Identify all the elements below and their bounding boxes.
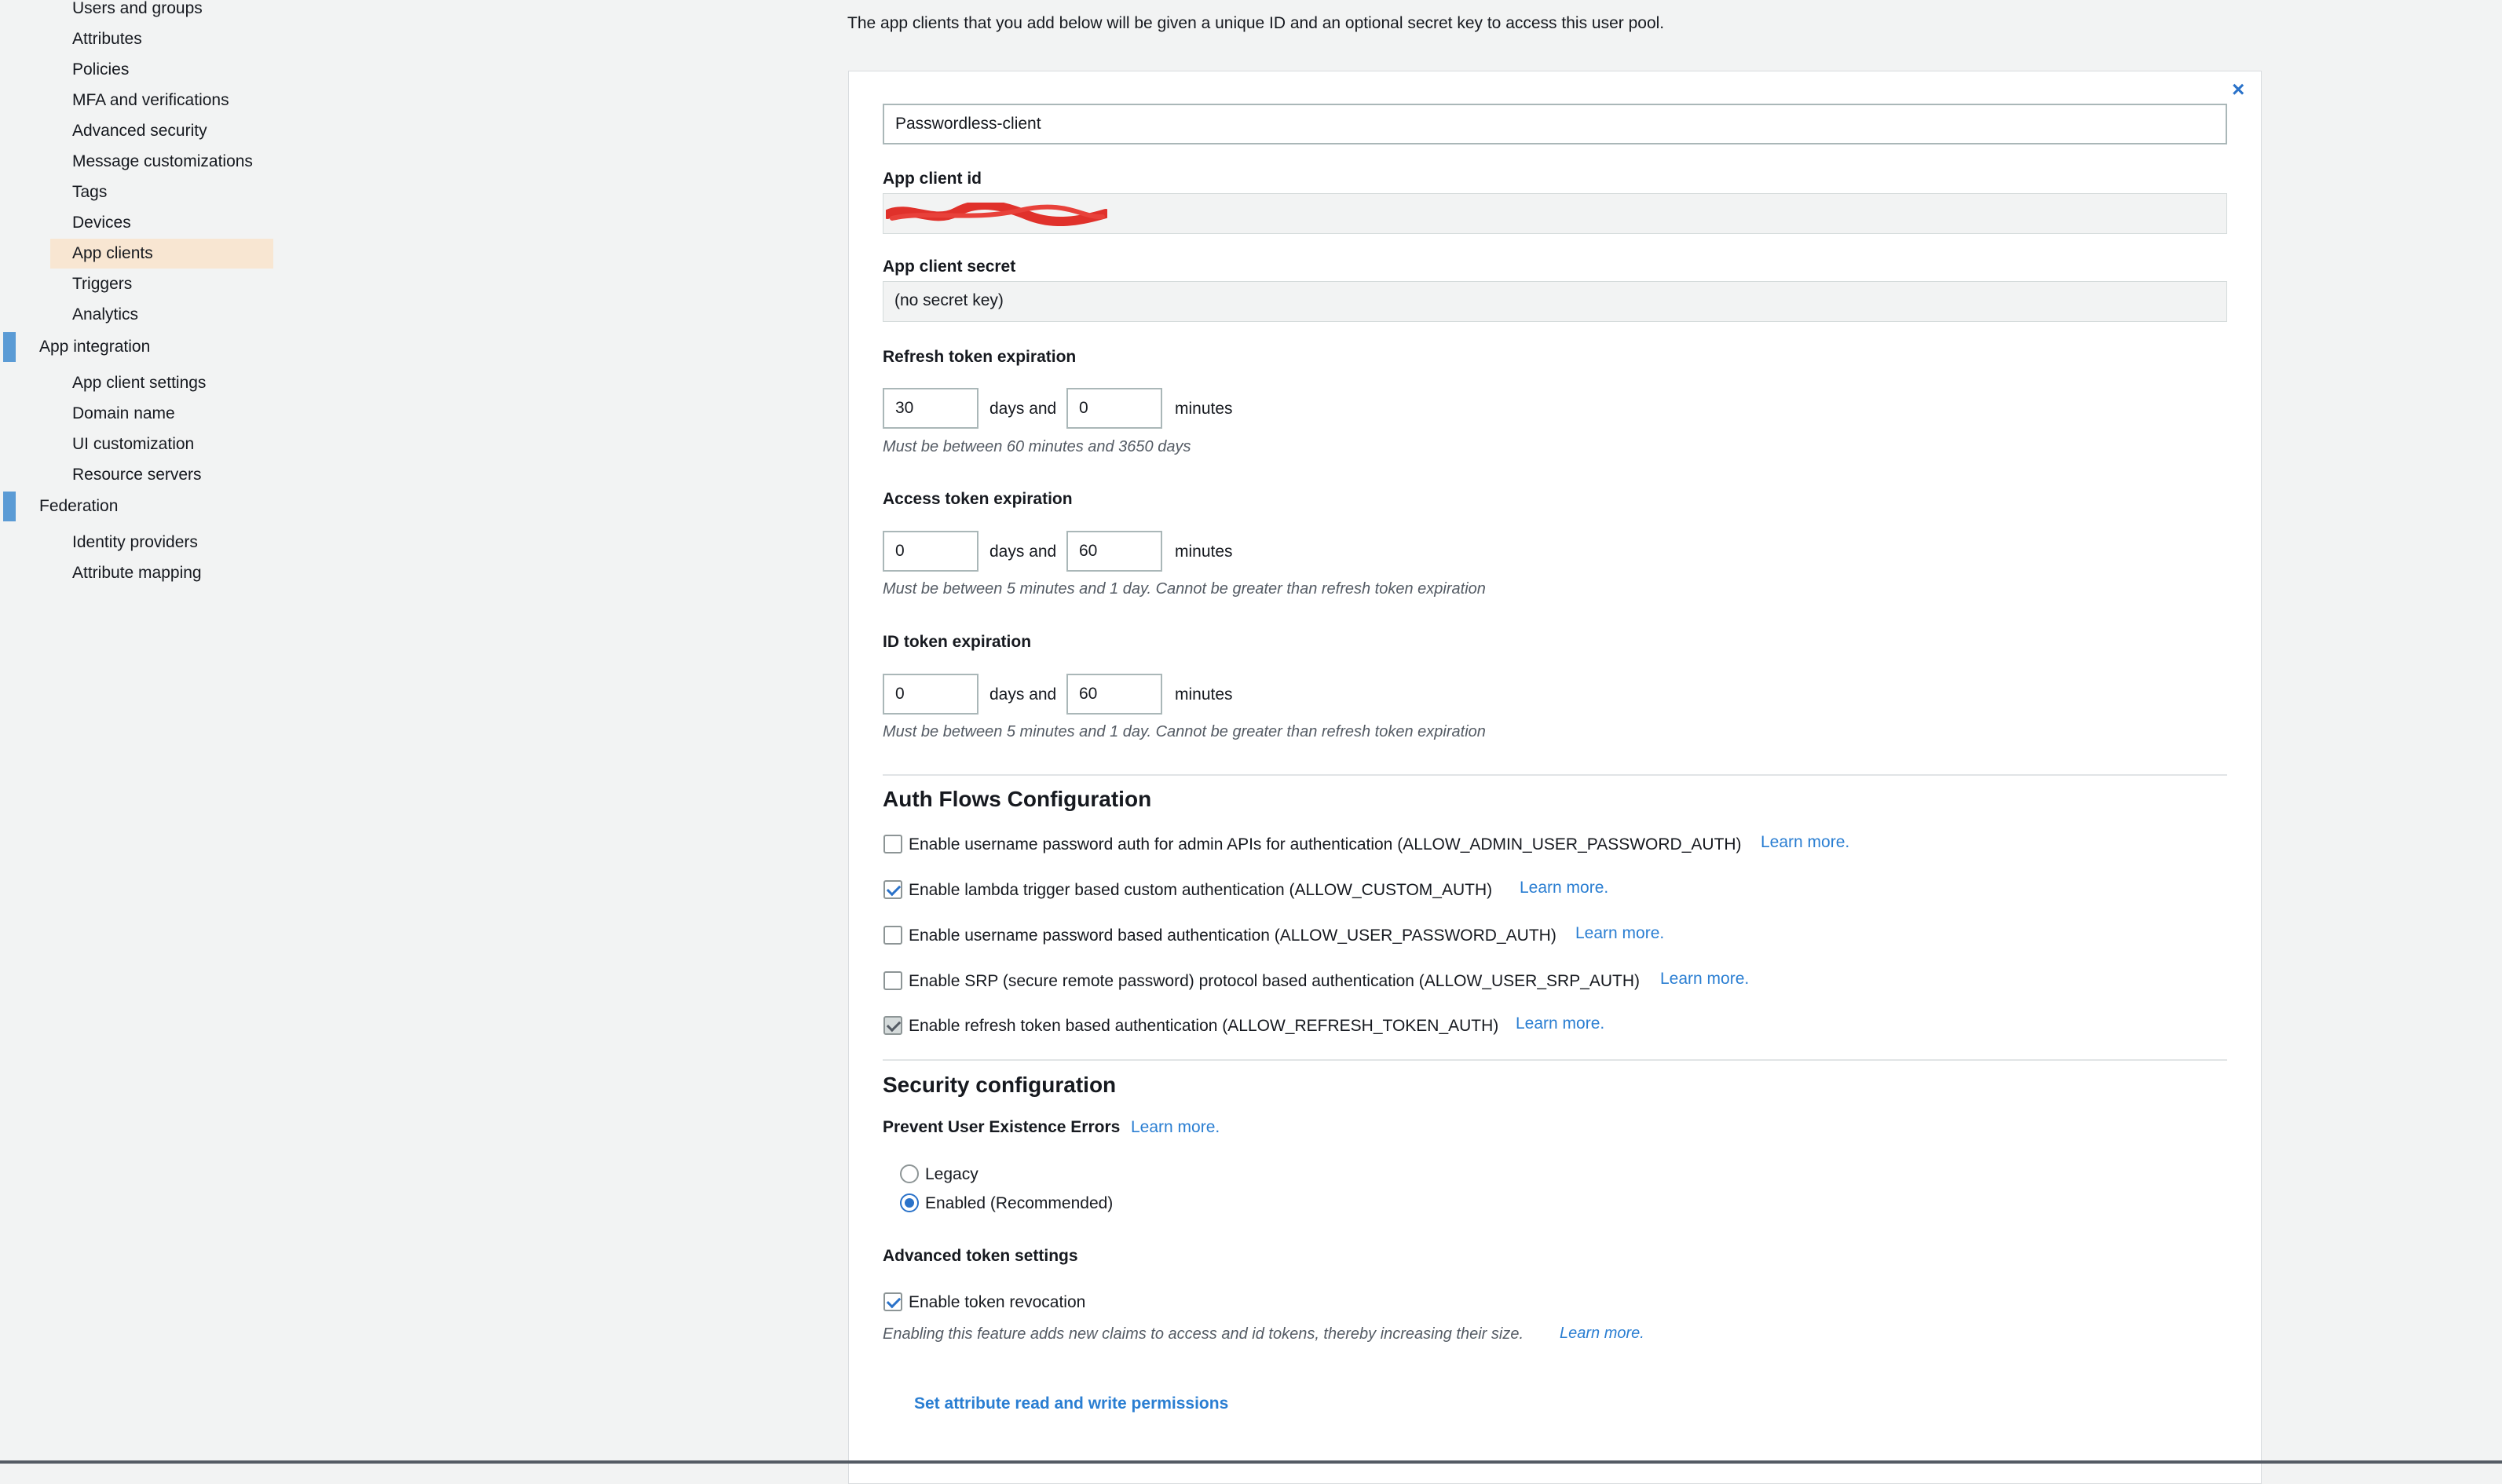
section-marker — [3, 492, 16, 521]
refresh-days-input[interactable]: 30 — [883, 388, 978, 429]
sidebar-item-users-and-groups[interactable]: Users and groups — [50, 0, 273, 24]
auth-flow-refresh-checkbox — [883, 1016, 902, 1035]
token-revocation-learn-more[interactable]: Learn more. — [1560, 1325, 1644, 1343]
app-client-name-input[interactable]: Passwordless-client — [883, 104, 2227, 144]
sidebar-item-tags[interactable]: Tags — [50, 177, 273, 207]
sidebar-item-app-client-settings[interactable]: App client settings — [50, 368, 273, 398]
sidebar-item-triggers[interactable]: Triggers — [50, 269, 273, 299]
app-client-secret-label: App client secret — [883, 258, 1016, 276]
sidebar-item-mfa[interactable]: MFA and verifications — [50, 86, 273, 115]
auth-flow-custom-label: Enable lambda trigger based custom authe… — [909, 881, 1493, 899]
section-marker — [3, 332, 16, 362]
token-revocation-hint: Enabling this feature adds new claims to… — [883, 1325, 1524, 1343]
sidebar-item-devices[interactable]: Devices — [50, 208, 273, 238]
minutes-text: minutes — [1175, 685, 1233, 704]
id-hint: Must be between 5 minutes and 1 day. Can… — [883, 723, 1486, 740]
auth-flow-admin-checkbox[interactable] — [883, 835, 902, 853]
redaction-scribble — [886, 203, 1107, 226]
sidebar-item-advanced-security[interactable]: Advanced security — [50, 116, 273, 146]
sidebar-item-domain-name[interactable]: Domain name — [50, 399, 273, 429]
sidebar-item-app-clients[interactable]: App clients — [50, 239, 273, 269]
days-and-text: days and — [989, 685, 1057, 704]
token-revocation-checkbox[interactable] — [883, 1292, 902, 1311]
refresh-minutes-input[interactable]: 0 — [1066, 388, 1162, 429]
access-token-label: Access token expiration — [883, 490, 1073, 508]
sidebar-item-ui-customization[interactable]: UI customization — [50, 429, 273, 459]
id-minutes-input[interactable]: 60 — [1066, 674, 1162, 715]
sidebar-section-label: Federation — [39, 497, 119, 515]
auth-flow-refresh-label: Enable refresh token based authenticatio… — [909, 1017, 1499, 1035]
sidebar-item-identity-providers[interactable]: Identity providers — [50, 528, 273, 557]
intro-text: The app clients that you add below will … — [847, 14, 1665, 32]
auth-flow-srp-checkbox[interactable] — [883, 971, 902, 990]
advanced-token-settings-label: Advanced token settings — [883, 1247, 1078, 1265]
auth-flow-refresh-learn-more[interactable]: Learn more. — [1516, 1014, 1604, 1033]
divider — [883, 774, 2227, 776]
set-attribute-permissions-link[interactable]: Set attribute read and write permissions — [914, 1394, 1228, 1413]
sidebar-item-policies[interactable]: Policies — [50, 55, 273, 85]
auth-flow-user-password-label: Enable username password based authentic… — [909, 927, 1556, 945]
access-minutes-input[interactable]: 60 — [1066, 531, 1162, 572]
sidebar-item-resource-servers[interactable]: Resource servers — [50, 460, 273, 490]
radio-legacy[interactable] — [900, 1164, 919, 1183]
days-and-text: days and — [989, 400, 1057, 418]
token-revocation-label: Enable token revocation — [909, 1293, 1086, 1311]
radio-legacy-label: Legacy — [925, 1165, 978, 1183]
prevent-user-existence-learn-more[interactable]: Learn more. — [1131, 1118, 1220, 1137]
auth-flow-custom-checkbox[interactable] — [883, 880, 902, 899]
sidebar-item-attributes[interactable]: Attributes — [50, 24, 273, 54]
access-hint: Must be between 5 minutes and 1 day. Can… — [883, 580, 1486, 598]
auth-flow-user-password-learn-more[interactable]: Learn more. — [1575, 924, 1664, 943]
sidebar-item-message-customizations[interactable]: Message customizations — [50, 147, 273, 177]
divider — [883, 1059, 2227, 1061]
access-days-input[interactable]: 0 — [883, 531, 978, 572]
sidebar: Users and groups Attributes Policies MFA… — [0, 0, 283, 1464]
radio-enabled-label: Enabled (Recommended) — [925, 1194, 1114, 1212]
auth-flow-admin-label: Enable username password auth for admin … — [909, 835, 1742, 853]
sidebar-section-label: App integration — [39, 338, 151, 356]
radio-enabled[interactable] — [900, 1193, 919, 1212]
minutes-text: minutes — [1175, 400, 1233, 418]
minutes-text: minutes — [1175, 543, 1233, 561]
security-config-title: Security configuration — [883, 1073, 1117, 1097]
close-icon[interactable]: × — [2232, 77, 2244, 102]
id-token-label: ID token expiration — [883, 633, 1032, 651]
id-days-input[interactable]: 0 — [883, 674, 978, 715]
prevent-user-existence-label: Prevent User Existence Errors — [883, 1118, 1121, 1136]
app-client-id-label: App client id — [883, 170, 982, 188]
auth-flow-srp-label: Enable SRP (secure remote password) prot… — [909, 972, 1641, 990]
auth-flow-user-password-checkbox[interactable] — [883, 926, 902, 945]
refresh-hint: Must be between 60 minutes and 3650 days — [883, 438, 1191, 455]
auth-flow-admin-learn-more[interactable]: Learn more. — [1761, 833, 1849, 852]
sidebar-item-attribute-mapping[interactable]: Attribute mapping — [50, 558, 273, 588]
app-client-secret-field[interactable]: (no secret key) — [883, 281, 2227, 322]
sidebar-item-analytics[interactable]: Analytics — [50, 300, 273, 330]
window-bottom-border — [0, 1460, 2502, 1464]
refresh-token-label: Refresh token expiration — [883, 348, 1077, 366]
auth-flow-srp-learn-more[interactable]: Learn more. — [1660, 970, 1749, 989]
auth-flows-title: Auth Flows Configuration — [883, 787, 1152, 811]
days-and-text: days and — [989, 543, 1057, 561]
auth-flow-custom-learn-more[interactable]: Learn more. — [1520, 879, 1608, 897]
